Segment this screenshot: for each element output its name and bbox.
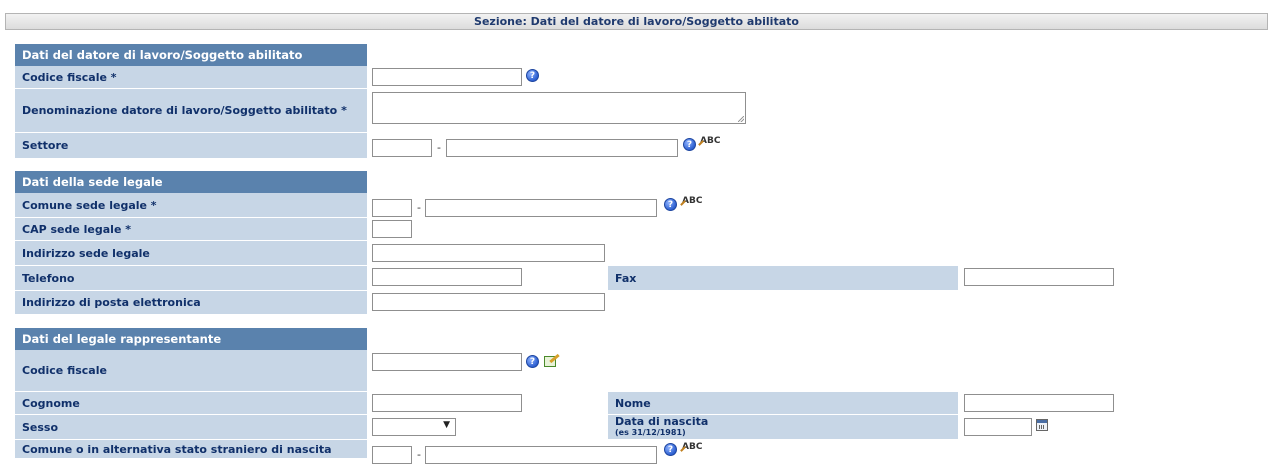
section-title: Sezione: Dati del datore di lavoro/Sogge… xyxy=(5,13,1268,30)
indirizzo-sede-input[interactable] xyxy=(372,244,605,262)
chevron-down-icon: ▼ xyxy=(443,420,450,430)
settore-search-icon[interactable]: ABC xyxy=(698,137,720,146)
comune-sede-code-input[interactable] xyxy=(372,199,412,217)
legale-rappresentante-section-header: Dati del legale rappresentante xyxy=(15,328,367,350)
sesso-select[interactable]: ▼ xyxy=(372,418,456,436)
calendar-icon[interactable] xyxy=(1036,419,1048,431)
cap-sede-input[interactable] xyxy=(372,220,412,238)
separator-dash: - xyxy=(417,201,421,214)
comune-nascita-help-icon[interactable]: ? xyxy=(664,443,677,456)
settore-help-icon[interactable]: ? xyxy=(683,138,696,151)
comune-sede-label: Comune sede legale * xyxy=(15,193,367,218)
fax-input[interactable] xyxy=(964,268,1114,286)
separator-dash: - xyxy=(417,448,421,461)
edit-icon[interactable] xyxy=(544,353,560,367)
comune-sede-search-icon[interactable]: ABC xyxy=(680,197,702,206)
indirizzo-sede-label: Indirizzo sede legale xyxy=(15,241,367,266)
sede-legale-section-header: Dati della sede legale xyxy=(15,171,367,193)
sesso-label: Sesso xyxy=(15,415,367,440)
employer-codice-fiscale-label: Codice fiscale * xyxy=(15,66,367,89)
email-input[interactable] xyxy=(372,293,605,311)
resize-grip[interactable] xyxy=(738,116,744,122)
cognome-input[interactable] xyxy=(372,394,522,412)
email-label: Indirizzo di posta elettronica xyxy=(15,291,367,315)
cap-sede-label: CAP sede legale * xyxy=(15,218,367,241)
data-nascita-hint: (es 31/12/1981) xyxy=(615,428,686,437)
employer-codice-fiscale-input[interactable] xyxy=(372,68,522,86)
comune-sede-help-icon[interactable]: ? xyxy=(664,198,677,211)
data-nascita-label: Data di nascita (es 31/12/1981) xyxy=(608,415,958,440)
settore-code-input[interactable] xyxy=(372,139,432,157)
comune-sede-name-input[interactable] xyxy=(425,199,657,217)
telefono-label: Telefono xyxy=(15,266,367,291)
comune-nascita-code-input[interactable] xyxy=(372,446,412,464)
separator-dash: - xyxy=(437,141,441,154)
comune-nascita-name-input[interactable] xyxy=(425,446,657,464)
employer-codice-fiscale-help-icon[interactable]: ? xyxy=(526,69,539,82)
data-nascita-input[interactable] xyxy=(964,418,1032,436)
settore-label: Settore xyxy=(15,133,367,159)
cognome-label: Cognome xyxy=(15,392,367,415)
rappresentante-codice-fiscale-help-icon[interactable]: ? xyxy=(526,355,539,368)
comune-nascita-search-icon[interactable]: ABC xyxy=(680,443,702,452)
rappresentante-codice-fiscale-input[interactable] xyxy=(372,353,522,371)
settore-description-input[interactable] xyxy=(446,139,678,157)
telefono-input[interactable] xyxy=(372,268,522,286)
data-nascita-label-text: Data di nascita xyxy=(615,415,709,428)
denominazione-label: Denominazione datore di lavoro/Soggetto … xyxy=(15,89,367,133)
rappresentante-codice-fiscale-label: Codice fiscale xyxy=(15,350,367,392)
comune-nascita-label: Comune o in alternativa stato straniero … xyxy=(15,440,367,459)
fax-label: Fax xyxy=(608,266,958,291)
employer-section-header: Dati del datore di lavoro/Soggetto abili… xyxy=(15,44,367,66)
denominazione-textarea[interactable] xyxy=(372,92,746,124)
nome-label: Nome xyxy=(608,392,958,415)
nome-input[interactable] xyxy=(964,394,1114,412)
